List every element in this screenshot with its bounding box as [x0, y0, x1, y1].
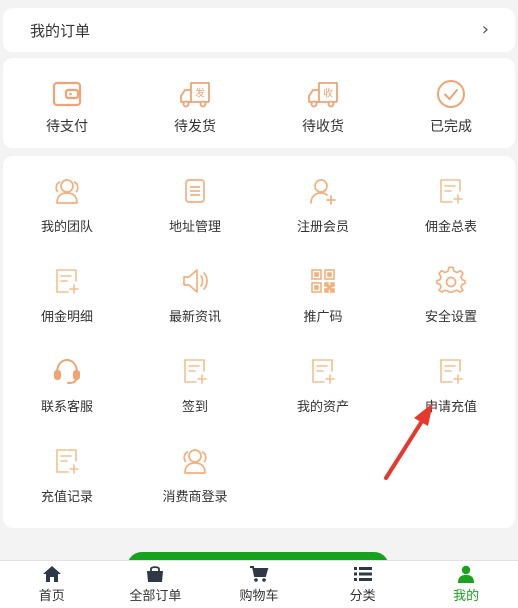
menu-recharge-records[interactable]: 充值记录	[3, 446, 131, 536]
menu-address[interactable]: 地址管理	[131, 176, 259, 266]
menu-my-team[interactable]: 我的团队	[3, 176, 131, 266]
status-pending-receipt[interactable]: 收 待收货	[259, 58, 387, 148]
status-label: 待支付	[46, 119, 88, 135]
menu-security-settings[interactable]: 安全设置	[387, 266, 515, 356]
status-label: 待收货	[302, 119, 344, 135]
function-menu-card: 我的团队 地址管理 注册会员 佣金总表 佣金明细 最新资讯 推广码 安全设置 联…	[3, 156, 515, 528]
bottom-tab-bar: 首页 全部订单 购物车 分类 我的	[0, 560, 518, 608]
list-icon	[353, 567, 372, 581]
tab-home[interactable]: 首页	[0, 561, 104, 608]
doc-plus-icon	[312, 359, 335, 384]
user-icon	[458, 565, 475, 583]
menu-label: 我的团队	[40, 220, 93, 235]
tab-label: 全部订单	[129, 589, 182, 604]
menu-label: 联系客服	[40, 400, 93, 415]
menu-label: 地址管理	[168, 220, 221, 235]
menu-latest-news[interactable]: 最新资讯	[131, 266, 259, 356]
menu-register-member[interactable]: 注册会员	[259, 176, 387, 266]
qr-code-icon	[311, 269, 335, 293]
chevron-right-icon[interactable]: ›	[482, 21, 489, 39]
team-icon	[183, 449, 207, 474]
menu-customer-service[interactable]: 联系客服	[3, 356, 131, 446]
check-circle-icon	[437, 80, 465, 108]
doc-plus-icon	[184, 359, 207, 384]
menu-label: 我的资产	[296, 400, 349, 415]
menu-label: 充值记录	[40, 490, 93, 505]
menu-consumer-login[interactable]: 消费商登录	[131, 446, 259, 536]
status-pending-shipment[interactable]: 发 待发货	[131, 58, 259, 148]
truck-receive-icon: 收	[308, 82, 338, 108]
tab-mine[interactable]: 我的	[414, 561, 518, 608]
tab-all-orders[interactable]: 全部订单	[104, 561, 208, 608]
bag-icon	[147, 566, 164, 582]
cart-icon	[249, 566, 269, 582]
status-label: 已完成	[430, 119, 472, 135]
my-orders-header[interactable]: 我的订单 ›	[3, 8, 515, 52]
doc-plus-icon	[440, 179, 463, 204]
tab-label: 我的	[453, 589, 480, 604]
tab-category[interactable]: 分类	[311, 561, 415, 608]
menu-check-in[interactable]: 签到	[131, 356, 259, 446]
wallet-icon	[52, 81, 82, 107]
team-icon	[55, 179, 79, 204]
menu-label: 安全设置	[424, 310, 477, 325]
menu-label: 最新资讯	[168, 310, 221, 325]
ship-badge: 发	[195, 87, 205, 100]
doc-plus-icon	[56, 269, 79, 294]
status-pending-payment[interactable]: 待支付	[3, 58, 131, 148]
menu-label: 申请充值	[424, 400, 477, 415]
menu-label: 佣金总表	[424, 220, 477, 235]
menu-label: 推广码	[303, 310, 343, 325]
gear-icon	[436, 266, 466, 293]
menu-commission-summary[interactable]: 佣金总表	[387, 176, 515, 266]
truck-ship-icon: 发	[180, 82, 210, 108]
speaker-icon	[183, 269, 208, 293]
menu-my-assets[interactable]: 我的资产	[259, 356, 387, 446]
my-orders-title: 我的订单	[30, 21, 91, 40]
doc-plus-icon	[56, 449, 79, 474]
document-icon	[185, 179, 205, 203]
user-add-icon	[310, 179, 336, 205]
headset-icon	[54, 358, 80, 384]
menu-label: 佣金明细	[40, 310, 93, 325]
tab-label: 购物车	[239, 589, 279, 604]
tab-cart[interactable]: 购物车	[207, 561, 311, 608]
menu-commission-detail[interactable]: 佣金明细	[3, 266, 131, 356]
menu-label: 签到	[181, 400, 208, 415]
menu-apply-recharge[interactable]: 申请充值	[387, 356, 515, 446]
tab-label: 首页	[38, 589, 65, 604]
menu-label: 消费商登录	[162, 490, 228, 505]
menu-label: 注册会员	[296, 220, 349, 235]
status-label: 待发货	[174, 119, 216, 135]
home-icon	[42, 566, 61, 582]
menu-promo-code[interactable]: 推广码	[259, 266, 387, 356]
doc-plus-icon	[440, 359, 463, 384]
status-completed[interactable]: 已完成	[387, 58, 515, 148]
receive-badge: 收	[323, 87, 333, 100]
order-status-card: 待支付 发 待发货 收 待收货 已完成	[3, 58, 515, 148]
tab-label: 分类	[349, 589, 376, 604]
